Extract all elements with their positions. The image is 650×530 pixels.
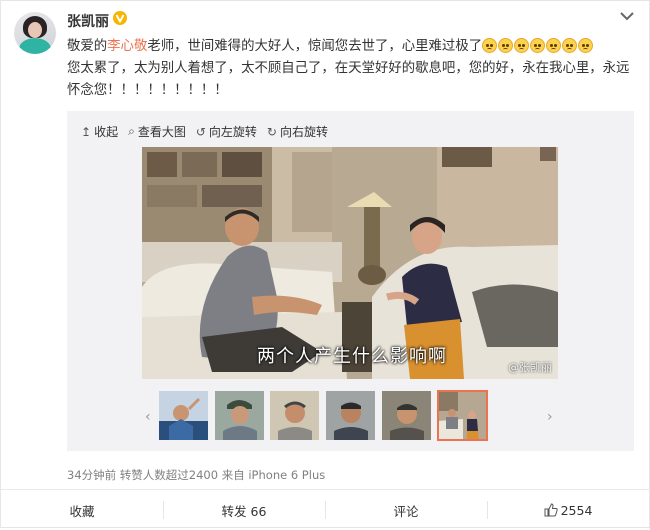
author-avatar[interactable]	[14, 12, 56, 54]
thumbs-up-icon	[544, 503, 558, 517]
magnify-icon: ⌕	[128, 124, 135, 138]
crying-face-icon	[530, 38, 546, 53]
crying-face-icon	[498, 38, 514, 53]
rotate-right-icon: ↻	[266, 124, 277, 139]
thumbnail-4[interactable]	[326, 391, 375, 440]
view-large-button[interactable]: ⌕ 查看大图	[128, 123, 186, 140]
main-photo[interactable]: 两个人产生什么影响啊 @张凯丽	[142, 147, 558, 379]
thumbnail-1[interactable]	[159, 391, 208, 440]
crying-face-icon	[514, 38, 530, 53]
rotate-right-button[interactable]: ↻ 向右旋转	[267, 123, 328, 140]
thumbnail-5[interactable]	[382, 391, 431, 440]
crying-face-icon	[578, 38, 594, 53]
collapse-icon: ↥	[81, 124, 92, 139]
author-name[interactable]: 张凯丽	[67, 11, 109, 31]
rotate-left-button[interactable]: ↺ 向左旋转	[196, 123, 257, 140]
crying-face-icon	[482, 38, 498, 53]
subtitle-caption: 两个人产生什么影响啊	[257, 346, 447, 367]
comment-button[interactable]: 评论	[325, 490, 487, 530]
crying-face-icon	[546, 38, 562, 53]
favorite-button[interactable]: 收藏	[1, 490, 163, 530]
weibo-post-card: 张凯丽 敬爱的李心敬老师，世间难得的大好人，惊闻您去世了，心里难过极了 您太累了…	[0, 0, 650, 528]
rotate-left-icon: ↺	[195, 124, 206, 139]
emoji-row	[482, 38, 594, 54]
like-button[interactable]: 2554	[487, 490, 649, 530]
media-panel: ↥ 收起 ⌕ 查看大图 ↺ 向左旋转 ↻ 向右旋转 两个人产生什么影响啊 @张凯…	[67, 111, 634, 451]
prev-arrow-icon[interactable]: ‹	[145, 409, 151, 425]
collapse-button[interactable]: ↥ 收起	[81, 123, 118, 140]
thumbnail-strip: ‹ ›	[67, 389, 634, 444]
thumbnail-2[interactable]	[215, 391, 264, 440]
crying-face-icon	[562, 38, 578, 53]
thumbnail-3[interactable]	[270, 391, 319, 440]
thumbnail-6[interactable]	[437, 390, 488, 441]
mention-link[interactable]: 李心敬	[107, 39, 147, 54]
action-bar: 收藏 转发 66 评论 2554	[1, 489, 649, 530]
post-meta: 34分钟前 转赞人数超过2400 来自 iPhone 6 Plus	[67, 468, 326, 482]
chevron-down-icon[interactable]	[620, 11, 634, 21]
post-text: 敬爱的李心敬老师，世间难得的大好人，惊闻您去世了，心里难过极了 您太累了，太为别…	[67, 38, 630, 98]
watermark: @张凯丽	[508, 361, 552, 374]
next-arrow-icon[interactable]: ›	[547, 409, 553, 425]
repost-button[interactable]: 转发 66	[163, 490, 325, 530]
verified-badge-icon	[113, 11, 127, 25]
media-toolbar: ↥ 收起 ⌕ 查看大图 ↺ 向左旋转 ↻ 向右旋转	[81, 123, 338, 140]
